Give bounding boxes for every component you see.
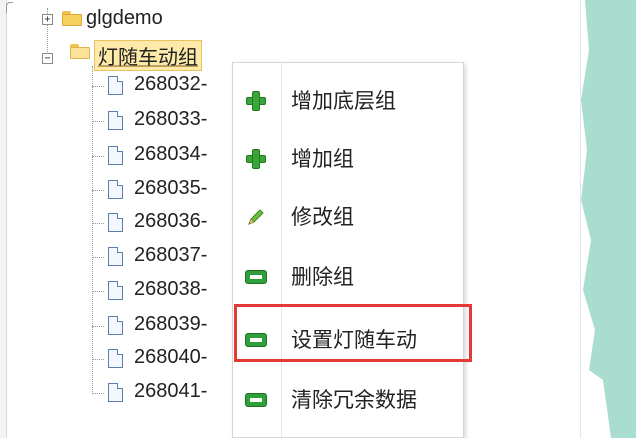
- menu-item-label: 修改组: [291, 206, 354, 229]
- expand-toggle-glgdemo[interactable]: +: [42, 14, 53, 25]
- collapse-toggle-group[interactable]: −: [42, 53, 53, 64]
- plus-icon: [245, 148, 267, 170]
- tree-leaf[interactable]: 268038-: [134, 278, 207, 301]
- tree-leaf[interactable]: 268032-: [134, 73, 207, 96]
- menu-item-label: 清除冗余数据: [291, 389, 417, 412]
- menu-item-label: 删除组: [291, 266, 354, 289]
- map-view[interactable]: [580, 0, 636, 438]
- document-icon: [108, 180, 123, 199]
- tree-leaf[interactable]: 268036-: [134, 210, 207, 233]
- plus-icon: [245, 90, 267, 112]
- document-icon: [108, 247, 123, 266]
- tree-node-selected-group[interactable]: 灯随车动组: [94, 40, 202, 71]
- menu-item-edit-group[interactable]: 修改组: [233, 185, 463, 243]
- pencil-icon: [248, 209, 264, 225]
- tree-node-glgdemo[interactable]: glgdemo: [86, 7, 163, 30]
- document-icon: [108, 349, 123, 368]
- document-icon: [108, 281, 123, 300]
- tree-leaf[interactable]: 268035-: [134, 177, 207, 200]
- document-icon: [108, 316, 123, 335]
- document-icon: [108, 213, 123, 232]
- tree-leaf[interactable]: 268041-: [134, 380, 207, 403]
- minus-icon: [245, 389, 267, 411]
- highlight-annotation-box: [234, 304, 472, 362]
- menu-item-clear-redundant-data[interactable]: 清除冗余数据: [233, 368, 463, 426]
- tree-leaf[interactable]: 268037-: [134, 244, 207, 267]
- folder-open-icon: [70, 44, 90, 59]
- tree-leaf[interactable]: 268039-: [134, 313, 207, 336]
- menu-item-add-bottom-group[interactable]: 增加底层组: [233, 69, 463, 127]
- menu-item-label: 增加底层组: [291, 90, 396, 113]
- document-icon: [108, 111, 123, 130]
- menu-item-delete-group[interactable]: 删除组: [233, 245, 463, 303]
- menu-item-label: 增加组: [291, 148, 354, 171]
- folder-icon: [62, 11, 82, 26]
- tree-leaf[interactable]: 268033-: [134, 108, 207, 131]
- context-menu: 增加底层组 增加组 修改组 删除组 设置灯随车动 清除冗余数据: [232, 62, 464, 438]
- document-icon: [108, 76, 123, 95]
- document-icon: [108, 383, 123, 402]
- minus-icon: [245, 266, 267, 288]
- menu-item-add-group[interactable]: 增加组: [233, 127, 463, 185]
- map-water-shape: [581, 0, 636, 438]
- tree-leaf[interactable]: 268034-: [134, 143, 207, 166]
- document-icon: [108, 146, 123, 165]
- tree-leaf[interactable]: 268040-: [134, 346, 207, 369]
